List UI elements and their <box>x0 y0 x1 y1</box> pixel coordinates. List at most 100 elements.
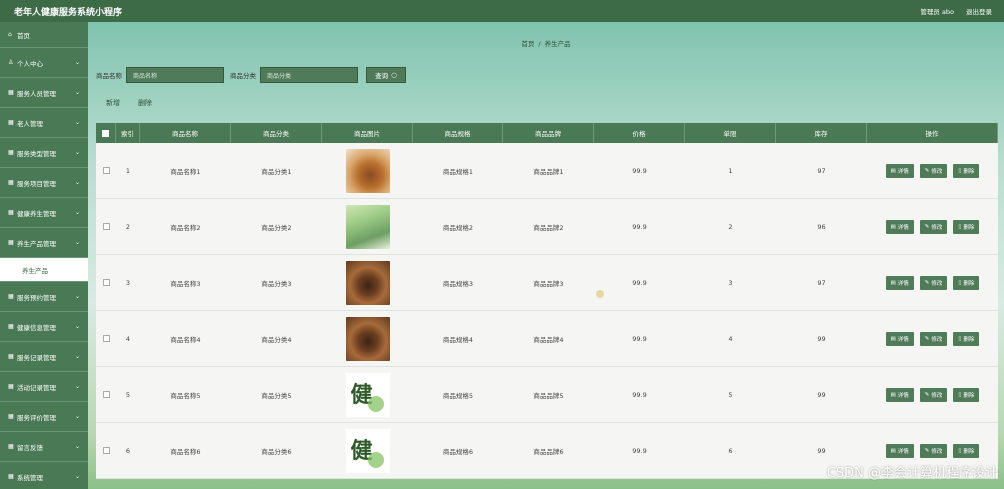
sidebar-item-label: 服务预约管理 <box>17 293 56 302</box>
select-all-checkbox[interactable] <box>102 129 109 137</box>
sidebar-item[interactable]: ▦ 养生产品管理 ⌄ <box>0 228 88 258</box>
sidebar-item[interactable]: ▦ 留言反馈 ⌄ <box>0 432 88 462</box>
detail-label: 详情 <box>897 280 909 287</box>
cell-name: 商品名称4 <box>170 335 201 344</box>
row-checkbox[interactable] <box>102 447 110 454</box>
trash-icon: ▯ <box>958 167 962 174</box>
edit-icon: ✎ <box>924 279 930 286</box>
cell-limit: 4 <box>728 334 733 343</box>
detail-button[interactable]: ▤ 详情 <box>885 163 914 178</box>
header-limit: 单限 <box>685 123 776 143</box>
detail-label: 详情 <box>897 392 909 399</box>
sidebar-item[interactable]: ▦ 老人管理 ⌄ <box>0 108 88 138</box>
sidebar-item-label: 服务类型管理 <box>17 149 56 158</box>
product-table: 索引 商品名称 商品分类 商品图片 商品规格 商品品牌 价格 单限 库存 操作 … <box>96 123 998 479</box>
detail-label: 详情 <box>897 168 909 175</box>
delete-row-button[interactable]: ▯ 删除 <box>953 275 980 290</box>
sidebar-item[interactable]: ▦ 活动记录管理 ⌄ <box>0 372 88 402</box>
cell-price: 99.9 <box>632 166 647 175</box>
cell-name: 商品名称3 <box>170 279 201 288</box>
chevron-down-icon: ⌄ <box>74 89 80 96</box>
detail-icon: ▤ <box>890 335 896 342</box>
watermark: CSDN @李会计算机程序设计 <box>826 466 998 481</box>
table-row: 2 商品名称2 商品分类2 商品规格2 商品品牌2 99.9 2 96 ▤ 详情 ✎ 修改 ▯ 删除 <box>96 199 998 255</box>
cell-category: 商品分类1 <box>261 167 292 176</box>
product-image <box>345 204 390 249</box>
sidebar-item[interactable]: ▦ 服务记录管理 ⌄ <box>0 342 88 372</box>
cell-name: 商品名称6 <box>170 447 201 456</box>
sidebar-item-label: 服务人员管理 <box>17 89 56 98</box>
detail-button[interactable]: ▤ 详情 <box>885 219 914 234</box>
sidebar-item-label: 养生产品管理 <box>17 239 56 248</box>
edit-label: 修改 <box>931 224 943 231</box>
edit-label: 修改 <box>931 336 943 343</box>
cell-spec: 商品规格5 <box>442 391 474 400</box>
sidebar-item[interactable]: ▦ 健康养生管理 ⌄ <box>0 198 88 228</box>
sidebar-item-label: 服务项目管理 <box>17 179 56 188</box>
cell-limit: 5 <box>728 390 733 399</box>
sidebar-item[interactable]: ▦ 服务人员管理 ⌄ <box>0 78 88 108</box>
mouse-cursor <box>596 290 604 298</box>
edit-button[interactable]: ✎ 修改 <box>919 163 948 178</box>
sidebar-item[interactable]: ♙ 个人中心 ⌄ <box>0 48 88 78</box>
name-search-input[interactable]: 商品名称 <box>126 67 224 83</box>
cell-brand: 商品品牌2 <box>533 223 564 232</box>
sidebar-item[interactable]: ▦ 服务评价管理 ⌄ <box>0 402 88 432</box>
sidebar-item[interactable]: ⌂ 首页 <box>0 22 88 48</box>
chevron-down-icon: ⌄ <box>74 59 80 66</box>
chevron-down-icon: ⌄ <box>74 353 80 360</box>
cell-index: 3 <box>125 278 131 287</box>
logout-link[interactable]: 退出登录 <box>966 6 992 16</box>
delete-button[interactable]: 删除 <box>138 98 152 108</box>
cell-category: 商品分类5 <box>261 391 292 400</box>
row-checkbox[interactable] <box>102 335 110 342</box>
detail-label: 详情 <box>897 336 909 343</box>
chevron-down-icon: ⌄ <box>74 383 80 390</box>
table-row: 4 商品名称4 商品分类4 商品规格4 商品品牌4 99.9 4 99 ▤ 详情 ✎ 修改 ▯ 删除 <box>96 311 998 367</box>
cell-index: 5 <box>125 390 131 399</box>
breadcrumb-home[interactable]: 首页 <box>521 40 534 48</box>
sidebar-item[interactable]: ▦ 健康信息管理 ⌄ <box>0 312 88 342</box>
edit-button[interactable]: ✎ 修改 <box>919 331 948 346</box>
delete-row-button[interactable]: ▯ 删除 <box>953 387 980 402</box>
search-icon: ○ <box>391 71 397 79</box>
edit-icon: ✎ <box>924 167 930 174</box>
query-button[interactable]: 查询 ○ <box>366 67 406 83</box>
row-checkbox[interactable] <box>102 223 110 230</box>
edit-button[interactable]: ✎ 修改 <box>919 443 948 458</box>
row-checkbox[interactable] <box>102 279 110 286</box>
edit-label: 修改 <box>931 392 943 399</box>
trash-icon: ▯ <box>958 391 962 398</box>
detail-button[interactable]: ▤ 详情 <box>885 275 914 290</box>
detail-button[interactable]: ▤ 详情 <box>885 443 914 458</box>
cell-category: 商品分类3 <box>261 279 292 288</box>
delete-row-button[interactable]: ▯ 删除 <box>953 331 980 346</box>
cell-price: 99.9 <box>632 278 647 287</box>
edit-button[interactable]: ✎ 修改 <box>919 219 948 234</box>
edit-button[interactable]: ✎ 修改 <box>919 387 948 402</box>
add-button[interactable]: 新增 <box>106 98 120 108</box>
cell-spec: 商品规格3 <box>442 279 474 288</box>
sidebar-item[interactable]: ▦ 系统管理 ⌄ <box>0 462 88 489</box>
sidebar-item[interactable]: ▦ 服务项目管理 ⌄ <box>0 168 88 198</box>
admin-label[interactable]: 管理员 abo <box>920 6 954 16</box>
delete-row-button[interactable]: ▯ 删除 <box>953 219 980 234</box>
category-search-input[interactable]: 商品分类 <box>260 67 358 83</box>
row-checkbox[interactable] <box>102 167 110 174</box>
trash-icon: ▯ <box>958 335 962 342</box>
sidebar-item[interactable]: ▦ 服务预约管理 ⌄ <box>0 282 88 312</box>
cell-spec: 商品规格2 <box>442 223 474 232</box>
grid-icon: ▦ <box>8 383 14 390</box>
sidebar-item[interactable]: ▦ 服务类型管理 ⌄ <box>0 138 88 168</box>
detail-button[interactable]: ▤ 详情 <box>885 387 914 402</box>
edit-button[interactable]: ✎ 修改 <box>919 275 948 290</box>
delete-row-button[interactable]: ▯ 删除 <box>953 163 980 178</box>
person-icon: ♙ <box>8 59 14 66</box>
sidebar-subitem-active[interactable]: 养生产品 <box>0 258 88 282</box>
chevron-down-icon: ⌄ <box>74 413 80 420</box>
product-image <box>345 148 390 193</box>
row-checkbox[interactable] <box>102 391 110 398</box>
delete-row-button[interactable]: ▯ 删除 <box>953 443 980 458</box>
detail-button[interactable]: ▤ 详情 <box>885 331 914 346</box>
home-icon: ⌂ <box>8 31 12 38</box>
